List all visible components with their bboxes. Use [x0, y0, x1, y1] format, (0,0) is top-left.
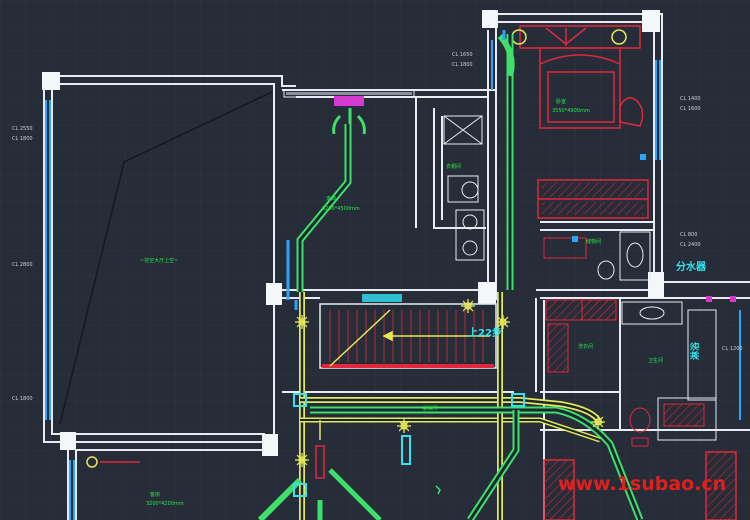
room-label-bottom: 客房 — [150, 491, 160, 498]
dim-left-2: CL 1800 — [12, 136, 33, 142]
room-label-bedroom-size: 3550*4900mm — [552, 108, 590, 114]
room-label-mid: 走廊 — [326, 195, 336, 202]
dim-right-1: CL 1400 — [680, 96, 701, 102]
light-fixture — [295, 453, 309, 467]
light-fixture — [295, 315, 309, 329]
room-label-large: ~挖空大厅上空~ — [140, 257, 178, 264]
room-label-bath: 卫生间 — [648, 357, 663, 364]
dim-left-1: CL 2550 — [12, 126, 33, 132]
light-fixture — [496, 315, 510, 329]
light-fixture — [461, 299, 475, 313]
dim-top-1: CL 1650 — [452, 52, 473, 58]
room-label-stair: 楼梯间 — [422, 405, 437, 412]
floor-plan-drawing: ~挖空大厅上空~ 卧室 3550*4900mm 走廊 3200*4500mm 衣… — [0, 0, 750, 520]
dim-left-3: CL 2800 — [12, 262, 33, 268]
shower-label: 淋浴 — [689, 341, 701, 360]
floor-plan-canvas: ~挖空大厅上空~ 卧室 3550*4900mm 走廊 3200*4500mm 衣… — [0, 0, 750, 520]
room-label-mid-size: 3200*4500mm — [322, 206, 360, 212]
dim-right-4: CL 2400 — [680, 242, 701, 248]
watermark: www.1subao.cn — [558, 473, 726, 495]
water-divider-label: 分水器 — [676, 260, 707, 273]
stair-step-label: 上22步 — [468, 326, 502, 339]
dim-left-4: CL 1800 — [12, 396, 33, 402]
room-label-bottom-size: 3200*4200mm — [146, 501, 184, 507]
room-label-storage: 储物间 — [586, 238, 601, 245]
dim-right-5: CL 1200 — [722, 346, 743, 352]
room-label-bedroom: 卧室 — [556, 98, 566, 105]
light-fixture — [397, 419, 411, 433]
dim-right-2: CL 1600 — [680, 106, 701, 112]
dim-right-3: CL 800 — [680, 232, 697, 238]
dim-top-2: CL 1800 — [452, 62, 473, 68]
light-fixture — [591, 415, 605, 429]
ceiling-fixture — [334, 96, 364, 106]
room-label-walkin: 洗衣间 — [578, 343, 593, 350]
watermark-text: www.1subao.cn — [558, 473, 726, 495]
room-label-closet: 衣帽间 — [446, 163, 461, 170]
